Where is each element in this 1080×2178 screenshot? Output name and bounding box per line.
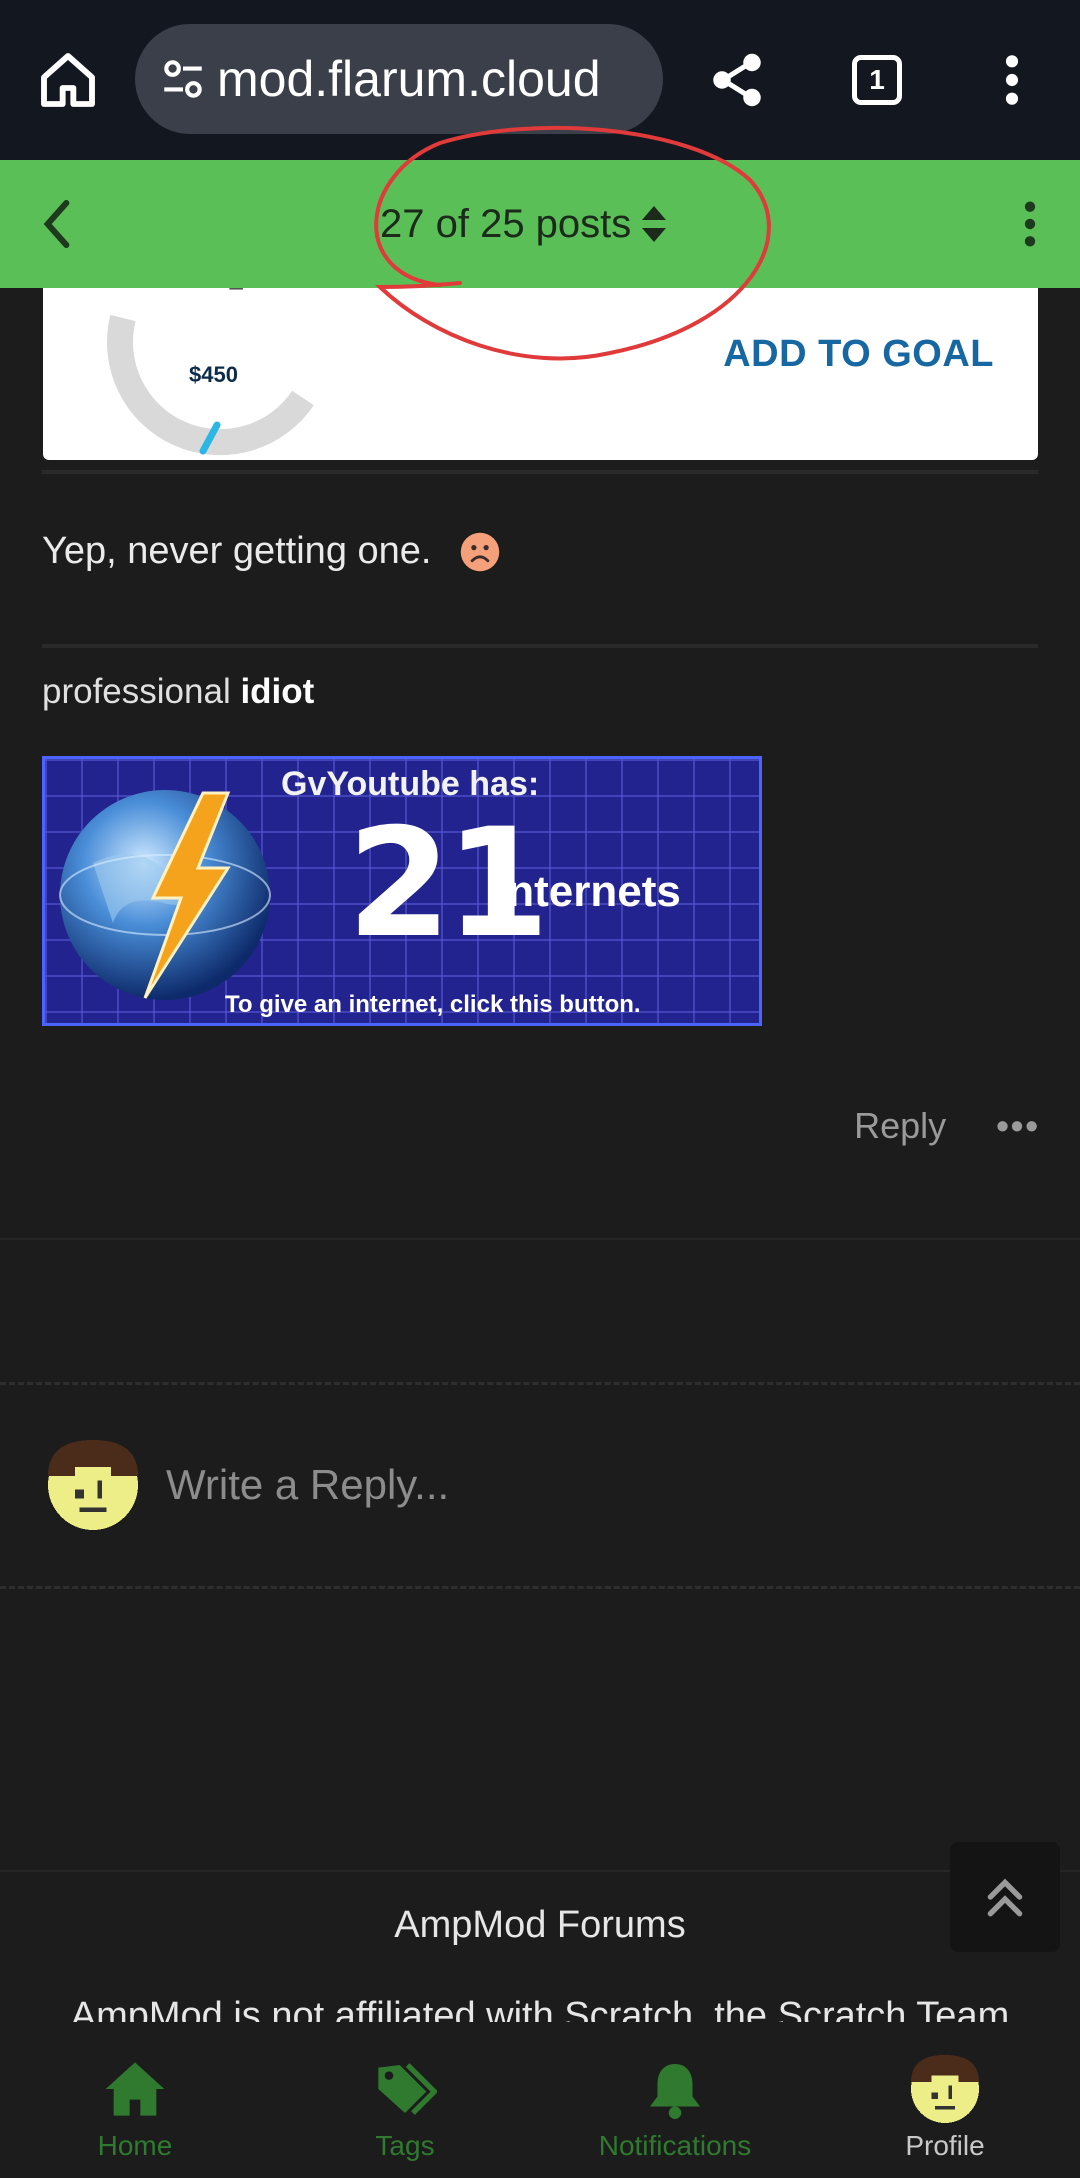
- browser-menu-icon[interactable]: [972, 40, 1052, 120]
- avatar: [911, 2055, 979, 2123]
- page: mod.flarum.cloud 1 − $450 ADD TO GOAL 27…: [0, 0, 1080, 2178]
- nav-notifications-label: Notifications: [598, 2130, 752, 2161]
- discussion-header: 27 of 25 posts: [0, 160, 1080, 288]
- goal-amount: $450: [189, 362, 238, 387]
- globe-lightning-icon: [59, 790, 271, 1000]
- url-text: mod.flarum.cloud: [217, 51, 601, 107]
- nav-home[interactable]: Home: [0, 2022, 270, 2178]
- reply-button[interactable]: Reply: [854, 1105, 946, 1147]
- tags-icon: [373, 2056, 437, 2122]
- nav-tags[interactable]: Tags: [270, 2022, 540, 2178]
- post-text: Yep, never getting one.: [42, 530, 432, 572]
- composer-divider-top: [0, 1382, 1080, 1385]
- site-settings-icon[interactable]: [153, 49, 213, 109]
- back-icon[interactable]: [22, 186, 92, 262]
- avatar: [48, 1440, 138, 1530]
- bottom-navigation: Home Tags Notifications Profile: [0, 2022, 1080, 2178]
- tab-count: 1: [852, 55, 902, 105]
- nav-notifications[interactable]: Notifications: [540, 2022, 810, 2178]
- internets-badge-button[interactable]: GvYoutube has: 21 Internets To give an i…: [42, 756, 762, 1026]
- nav-profile[interactable]: Profile: [810, 2022, 1080, 2178]
- signature: professional idiot: [42, 672, 314, 712]
- nav-home-label: Home: [97, 2130, 173, 2161]
- reply-composer[interactable]: Write a Reply...: [48, 1440, 449, 1530]
- tab-switcher-button[interactable]: 1: [837, 40, 917, 120]
- share-icon[interactable]: [697, 40, 777, 120]
- reply-placeholder[interactable]: Write a Reply...: [166, 1461, 449, 1509]
- post-scrubber[interactable]: 27 of 25 posts: [380, 190, 667, 258]
- discussion-menu-icon[interactable]: [1000, 186, 1060, 262]
- footer-divider: [0, 1870, 1080, 1872]
- composer-divider-bottom: [0, 1586, 1080, 1589]
- browser-toolbar: mod.flarum.cloud 1: [0, 0, 1080, 160]
- goal-widget: − $450 ADD TO GOAL: [43, 273, 1038, 460]
- bell-icon: [647, 2056, 703, 2122]
- home-icon: [103, 2056, 167, 2122]
- badge-unit: Internets: [495, 867, 681, 916]
- nav-profile-label: Profile: [905, 2130, 985, 2161]
- nav-tags-label: Tags: [375, 2130, 435, 2161]
- frowning-face-icon: [461, 532, 500, 571]
- more-options-button[interactable]: •••: [996, 1105, 1040, 1147]
- address-bar[interactable]: mod.flarum.cloud: [135, 24, 663, 134]
- sort-caret-icon: [641, 206, 667, 242]
- post-actions: Reply •••: [854, 1105, 1040, 1147]
- signature-divider: [42, 644, 1038, 648]
- scrubber-text: 27 of 25 posts: [380, 201, 632, 246]
- add-to-goal-button[interactable]: ADD TO GOAL: [723, 333, 994, 376]
- home-icon[interactable]: [28, 40, 108, 120]
- post-body: Yep, never getting one.: [42, 530, 501, 573]
- divider: [42, 470, 1038, 474]
- post-divider: [0, 1238, 1080, 1240]
- footer-title: AmpMod Forums: [394, 1904, 686, 1946]
- badge-footnote: To give an internet, click this button.: [225, 991, 641, 1018]
- signature-bold: idiot: [240, 672, 315, 711]
- signature-text: professional: [42, 672, 241, 711]
